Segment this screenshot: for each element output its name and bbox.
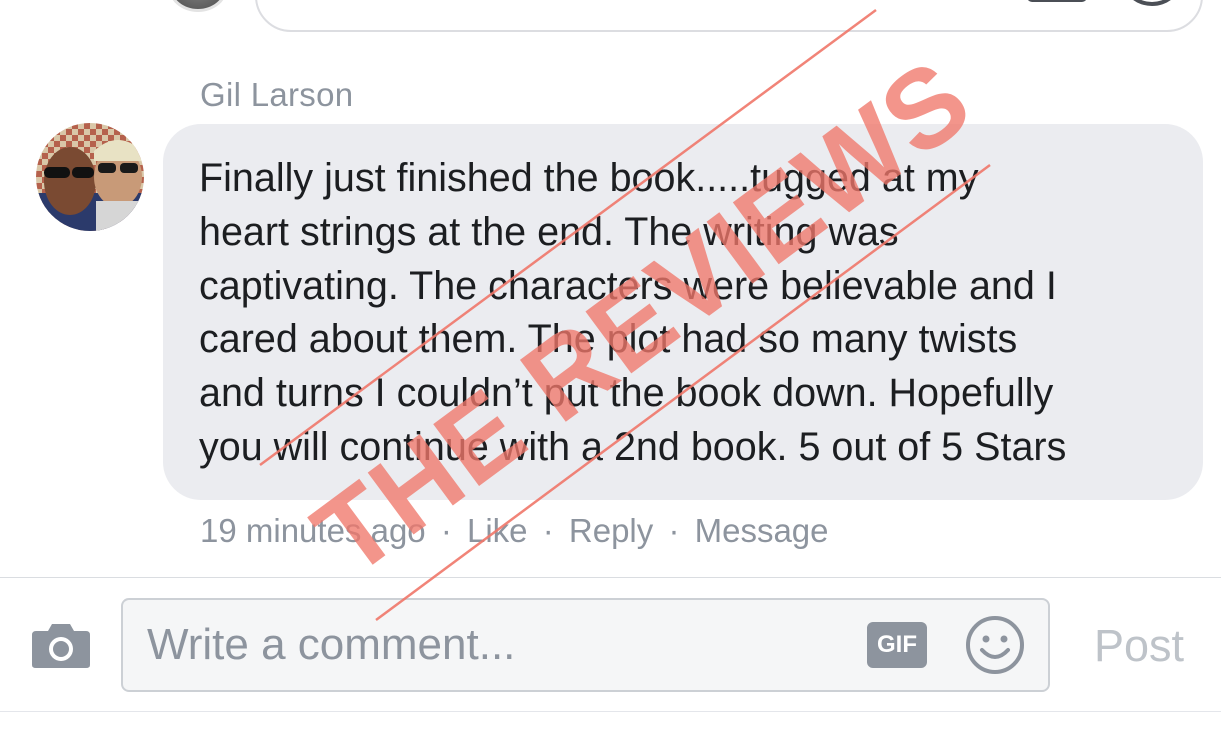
previous-avatar[interactable]	[168, 0, 228, 12]
separator: ·	[668, 512, 680, 549]
camera-icon[interactable]	[30, 621, 92, 669]
reply-link[interactable]: Reply	[569, 512, 653, 550]
comment-line: captivating. The characters were believa…	[199, 263, 1057, 308]
previous-reply-input[interactable]	[255, 0, 1203, 32]
avatar[interactable]	[36, 123, 144, 231]
comment-timestamp: 19 minutes ago	[200, 512, 426, 549]
gif-button[interactable]: GIF	[867, 622, 927, 668]
comment-line: and turns I couldn’t put the book down. …	[199, 371, 1054, 416]
message-link[interactable]: Message	[695, 512, 829, 550]
post-button[interactable]: Post	[1094, 620, 1184, 672]
separator: ·	[440, 512, 452, 549]
comment-line: Finally just finished the book.....tugge…	[199, 156, 979, 200]
comment-body: Finally just finished the book.....tugge…	[199, 152, 1199, 475]
divider	[0, 711, 1221, 712]
smiley-icon[interactable]	[965, 615, 1025, 675]
like-link[interactable]: Like	[467, 512, 528, 550]
comment-line: cared about them. The plot had so many t…	[199, 317, 1018, 362]
comment-line: heart strings at the end. The writing wa…	[199, 209, 899, 254]
separator: ·	[542, 512, 554, 549]
comment-input-placeholder[interactable]: Write a comment...	[147, 620, 515, 670]
comment-author[interactable]: Gil Larson	[200, 76, 353, 114]
comment-meta: 19 minutes ago · Like · Reply · Message	[200, 512, 829, 550]
previous-gif-icon[interactable]	[1027, 0, 1087, 2]
comment-line: you will continue with a 2nd book. 5 out…	[199, 424, 1067, 469]
divider	[0, 577, 1221, 578]
